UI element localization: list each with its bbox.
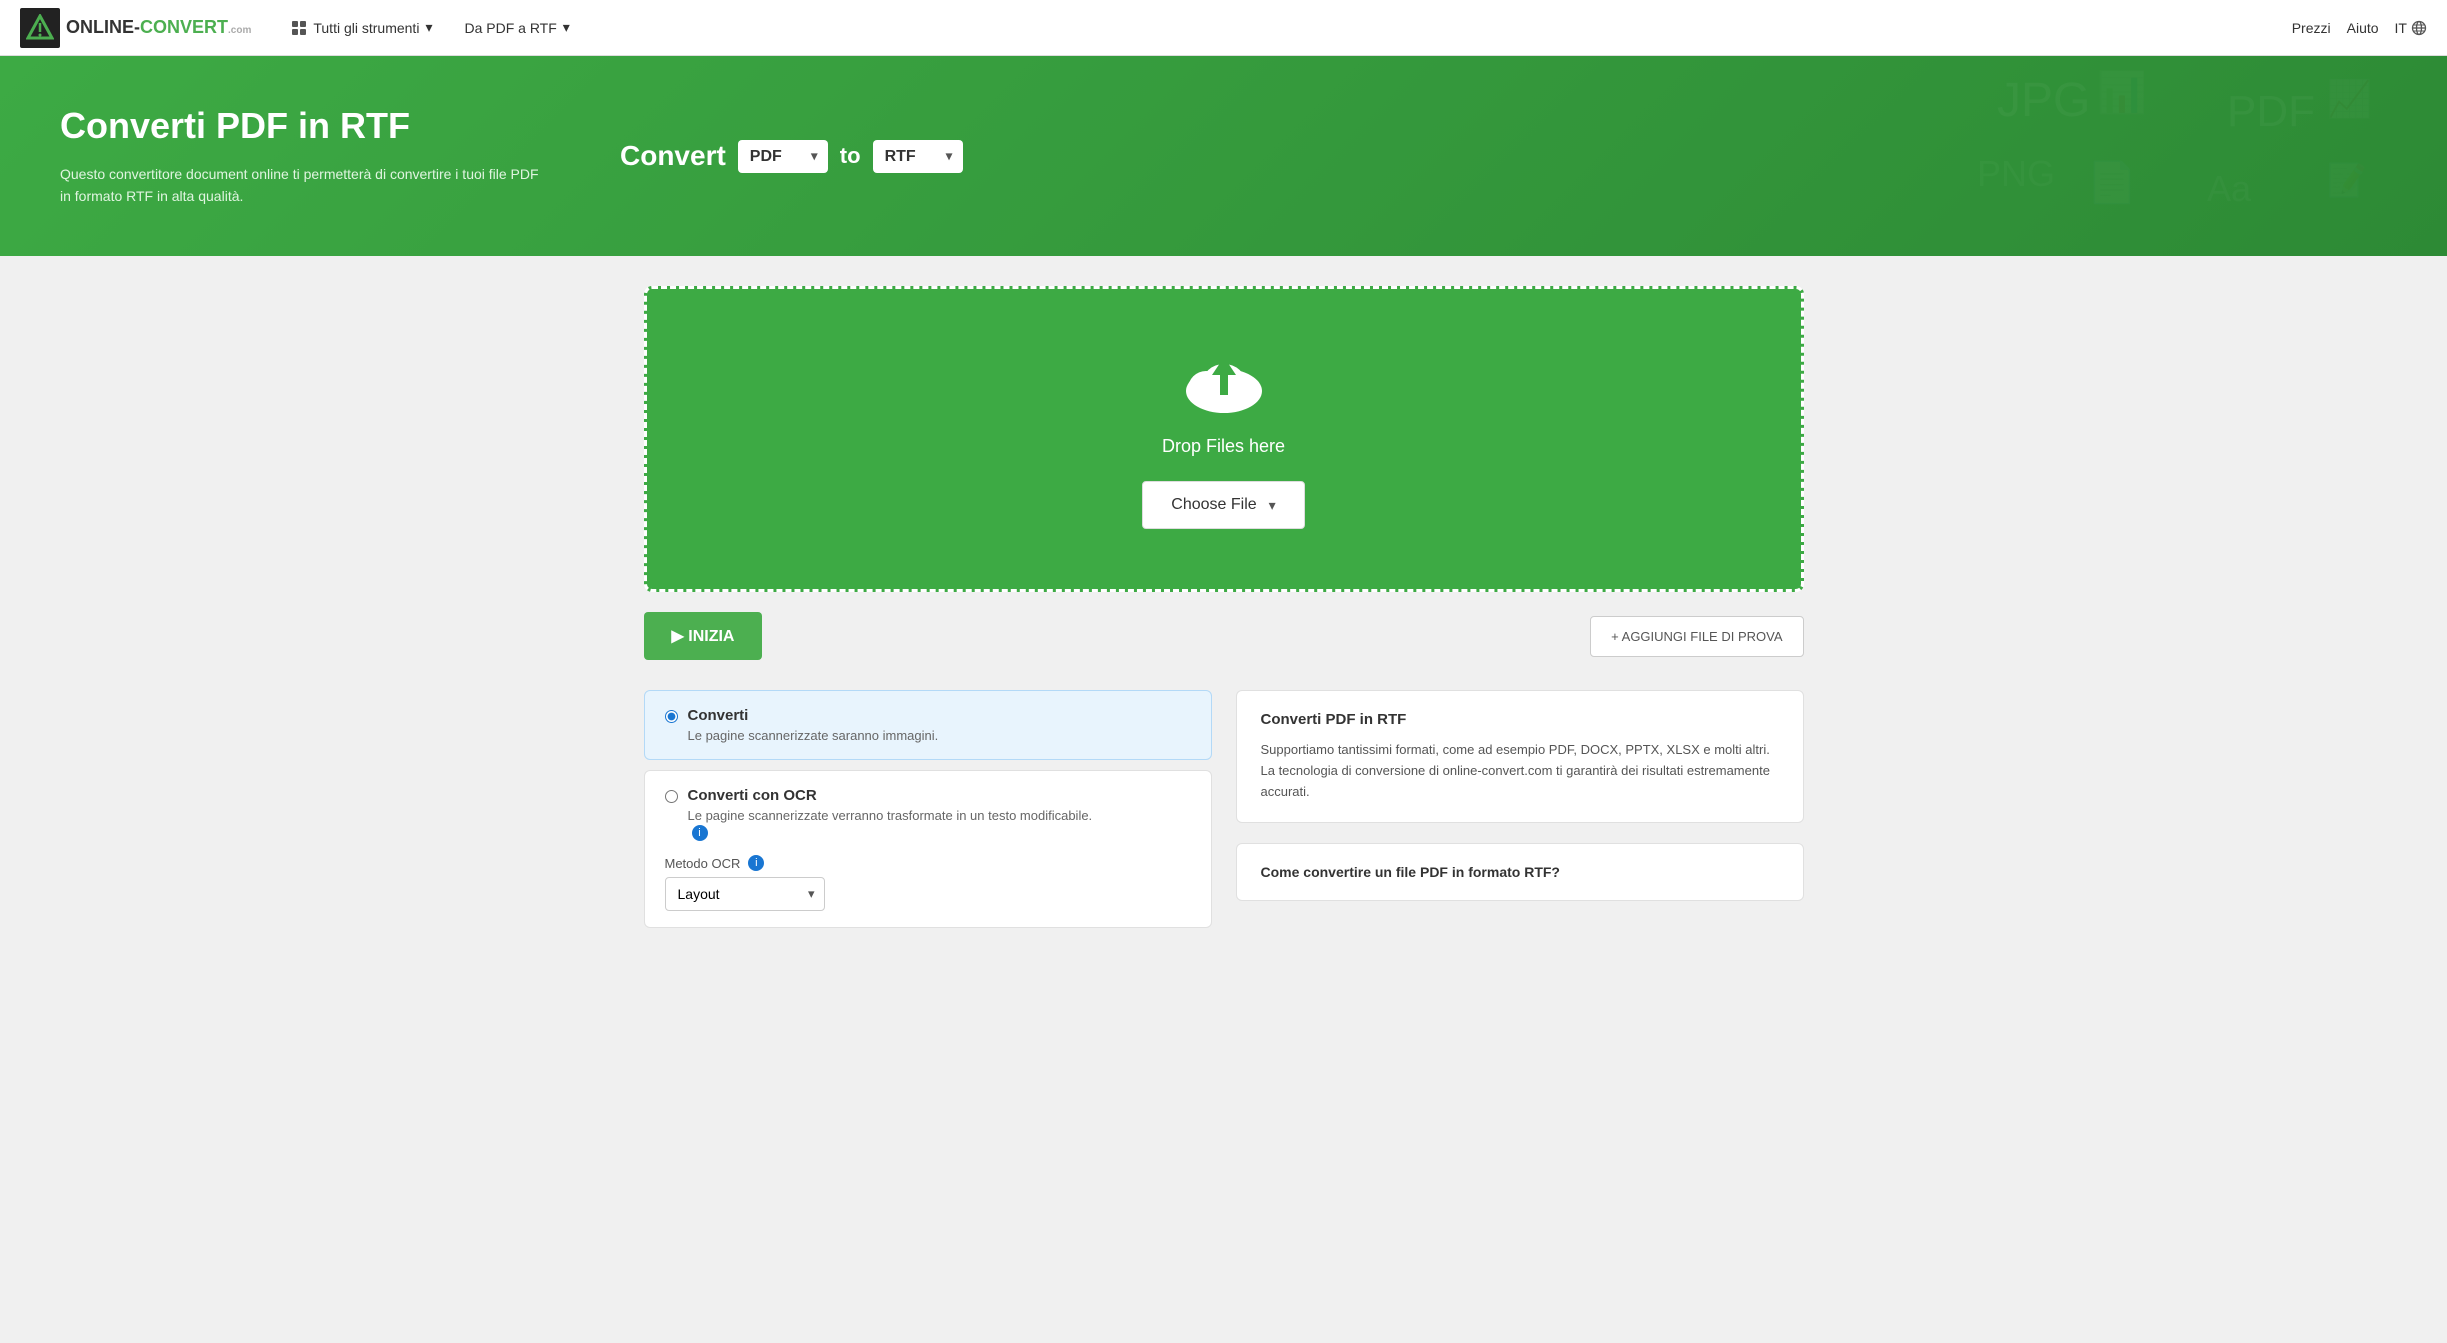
navbar: ONLINE-CONVERT.com Tutti gli strumenti ▾… [0, 0, 2447, 56]
svg-text:📄: 📄 [2087, 159, 2137, 205]
ocr-method-section: Metodo OCR i Layout Testo Avanzato [665, 855, 1191, 911]
grid-icon [291, 20, 307, 36]
upload-box[interactable]: Drop Files here Choose File ▾ [644, 286, 1804, 592]
hero-description: Questo convertitore document online ti p… [60, 163, 540, 208]
logo-text: ONLINE-CONVERT.com [66, 17, 251, 38]
ocr-radio[interactable] [665, 790, 678, 803]
ocr-method-wrapper[interactable]: Layout Testo Avanzato [665, 877, 825, 911]
hero-banner: JPG 📊 PDF 📈 PNG 📄 Aa 📝 Converti PDF in R… [0, 56, 2447, 256]
ocr-option-title: Converti con OCR [688, 787, 1093, 804]
svg-text:PDF: PDF [2227, 87, 2315, 136]
choose-file-chevron-icon: ▾ [1269, 497, 1276, 514]
svg-text:PNG: PNG [1977, 153, 2055, 194]
options-left: Converti Le pagine scannerizzate saranno… [644, 690, 1212, 938]
to-format-select[interactable]: RTF [873, 140, 963, 173]
convert-radio[interactable] [665, 710, 678, 723]
to-label: to [840, 143, 861, 169]
choose-file-button[interactable]: Choose File ▾ [1142, 481, 1304, 529]
choose-file-label: Choose File [1171, 496, 1256, 514]
hero-left: Converti PDF in RTF Questo convertitore … [60, 105, 540, 208]
aiuto-link[interactable]: Aiuto [2347, 20, 2379, 36]
nav-right: Prezzi Aiuto IT [2292, 20, 2427, 36]
globe-icon [2411, 20, 2427, 36]
hero-title: Converti PDF in RTF [60, 105, 540, 147]
info-card-1: Converti PDF in RTF Supportiamo tantissi… [1236, 690, 1804, 823]
svg-text:📊: 📊 [2097, 69, 2147, 115]
from-pdf-label: Da PDF a RTF [464, 20, 556, 36]
convert-label: Convert [620, 140, 726, 172]
from-format-wrapper[interactable]: PDF [738, 140, 828, 173]
logo-link[interactable]: ONLINE-CONVERT.com [20, 8, 251, 48]
svg-text:📝: 📝 [2327, 162, 2367, 198]
ocr-method-select[interactable]: Layout Testo Avanzato [665, 877, 825, 911]
svg-text:JPG: JPG [1997, 74, 2090, 127]
test-file-button[interactable]: + AGGIUNGI FILE DI PROVA [1590, 616, 1803, 657]
main-content: Drop Files here Choose File ▾ ▶ INIZIA +… [624, 256, 1824, 968]
hero-bg-icons: JPG 📊 PDF 📈 PNG 📄 Aa 📝 [1947, 56, 2447, 256]
info-card-1-title: Converti PDF in RTF [1261, 711, 1779, 728]
convert-option-desc: Le pagine scannerizzate saranno immagini… [688, 728, 939, 743]
info-card-2-question: Come convertire un file PDF in formato R… [1261, 864, 1779, 880]
ocr-option[interactable]: Converti con OCR Le pagine scannerizzate… [644, 770, 1212, 928]
start-label: ▶ INIZIA [672, 626, 735, 646]
language-selector[interactable]: IT [2395, 20, 2427, 36]
options-right: Converti PDF in RTF Supportiamo tantissi… [1236, 690, 1804, 938]
hero-right: Convert PDF to RTF [620, 140, 963, 173]
drop-files-label: Drop Files here [687, 436, 1761, 457]
all-tools-label: Tutti gli strumenti [313, 20, 419, 36]
ocr-method-label: Metodo OCR i [665, 855, 1191, 871]
ocr-info-icon[interactable]: i [692, 825, 708, 841]
upload-icon [687, 349, 1761, 424]
from-pdf-button[interactable]: Da PDF a RTF ▾ [448, 0, 585, 55]
action-row: ▶ INIZIA + AGGIUNGI FILE DI PROVA [644, 612, 1804, 660]
svg-text:Aa: Aa [2207, 168, 2252, 209]
info-card-2: Come convertire un file PDF in formato R… [1236, 843, 1804, 901]
prezzi-link[interactable]: Prezzi [2292, 20, 2331, 36]
from-format-select[interactable]: PDF [738, 140, 828, 173]
lang-label: IT [2395, 20, 2407, 36]
all-tools-button[interactable]: Tutti gli strumenti ▾ [275, 0, 448, 55]
logo-icon [20, 8, 60, 48]
convert-option-title: Converti [688, 707, 939, 724]
ocr-option-desc: Le pagine scannerizzate verranno trasfor… [688, 808, 1093, 823]
options-section: Converti Le pagine scannerizzate saranno… [644, 690, 1804, 938]
tools-chevron-icon: ▾ [425, 19, 432, 36]
test-file-label: + AGGIUNGI FILE DI PROVA [1611, 629, 1782, 644]
info-card-1-text: Supportiamo tantissimi formati, come ad … [1261, 740, 1779, 802]
convert-option[interactable]: Converti Le pagine scannerizzate saranno… [644, 690, 1212, 760]
from-pdf-chevron-icon: ▾ [563, 19, 570, 36]
to-format-wrapper[interactable]: RTF [873, 140, 963, 173]
svg-text:📈: 📈 [2327, 78, 2372, 119]
ocr-method-info-icon[interactable]: i [748, 855, 764, 871]
start-button[interactable]: ▶ INIZIA [644, 612, 763, 660]
